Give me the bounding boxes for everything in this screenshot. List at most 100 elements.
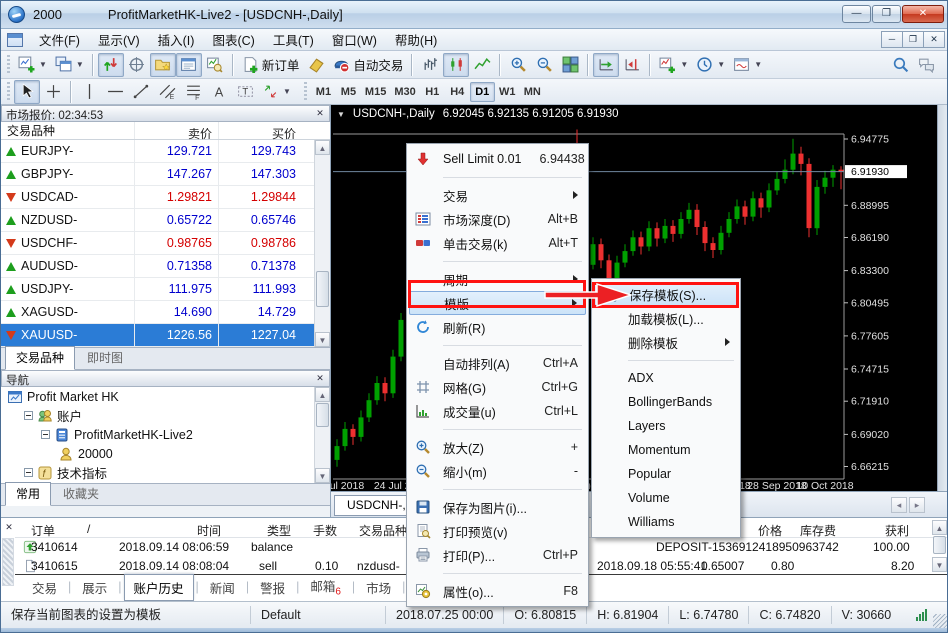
timeframe-MN-button[interactable]: MN — [520, 82, 545, 102]
terminal-tab-展示[interactable]: 展示 — [73, 575, 116, 600]
search-button[interactable] — [887, 53, 913, 77]
zoom-in-button[interactable] — [505, 53, 531, 77]
market-watch-row-usdchf[interactable]: USDCHF-0.987650.98786 — [1, 232, 330, 255]
child-close-button[interactable]: ✕ — [923, 31, 945, 48]
new-chart-button[interactable]: ▼ — [14, 53, 51, 77]
navigator-scrollbar[interactable]: ▲▼ — [314, 387, 330, 483]
nav-item-0[interactable]: Profit Market HK — [1, 387, 330, 406]
market-watch-row-eurjpy[interactable]: EURJPY-129.721129.743 — [1, 140, 330, 163]
menu-4[interactable]: 工具(T) — [264, 27, 323, 52]
menu-3[interactable]: 图表(C) — [203, 27, 263, 52]
window-minimize-button[interactable]: — — [842, 5, 871, 23]
terminal-tab-邮箱[interactable]: 邮箱6 — [301, 573, 350, 601]
timeframe-H1-button[interactable]: H1 — [420, 82, 445, 102]
chart-shift-button[interactable] — [619, 53, 645, 77]
terminal-tab-警报[interactable]: 警报 — [251, 575, 294, 600]
nav-item-1[interactable]: 账户 — [1, 406, 330, 425]
navigator-tab-收藏夹[interactable]: 收藏夹 — [53, 483, 109, 505]
scroll-down-icon[interactable]: ▼ — [315, 332, 330, 347]
tree-collapse-icon[interactable] — [41, 430, 50, 439]
templates-button[interactable]: ▼ — [729, 53, 766, 77]
context-menu-item-12[interactable]: 成交量(u)Ctrl+L — [409, 399, 586, 423]
candles-chart-button[interactable] — [443, 53, 469, 77]
tree-collapse-icon[interactable] — [24, 411, 33, 420]
data-window-button[interactable] — [124, 53, 150, 77]
auto-trading-button[interactable]: 自动交易 — [329, 53, 407, 77]
cursor-button[interactable] — [14, 80, 40, 104]
menu-2[interactable]: 插入(I) — [149, 27, 204, 52]
text-button[interactable]: A — [206, 80, 232, 104]
chart-dropdown-icon[interactable]: ▼ — [337, 110, 345, 119]
chart-right-scrollstrip[interactable] — [937, 105, 948, 517]
terminal-close-icon[interactable]: ✕ — [3, 521, 15, 533]
market-watch-button[interactable] — [98, 53, 124, 77]
bars-chart-button[interactable] — [417, 53, 443, 77]
trendline-button[interactable] — [128, 80, 154, 104]
context-menu-item-0[interactable]: Sell Limit 0.016.94438 — [409, 147, 586, 171]
chat-button[interactable] — [913, 53, 939, 77]
terminal-col-5[interactable]: 交易品种 — [359, 522, 407, 539]
menu-6[interactable]: 帮助(H) — [386, 27, 446, 52]
vline-button[interactable] — [76, 80, 102, 104]
indicators-button[interactable]: ▼ — [655, 53, 692, 77]
channel-button[interactable]: E — [154, 80, 180, 104]
terminal-col-2[interactable]: 时间 — [197, 522, 221, 539]
chart-tab-scroll-right-icon[interactable]: ▸ — [909, 497, 925, 513]
terminal-drag-grip[interactable] — [2, 538, 14, 586]
fibonacci-button[interactable]: F — [180, 80, 206, 104]
terminal-col-3[interactable]: 类型 — [267, 522, 291, 539]
terminal-tab-市场[interactable]: 市场 — [357, 575, 400, 600]
scroll-down-icon[interactable]: ▼ — [315, 468, 330, 483]
template-submenu-item-1[interactable]: 加载模板(L)... — [594, 306, 738, 330]
context-menu-item-18[interactable]: 打印预览(v) — [409, 519, 586, 543]
terminal-scrollbar[interactable]: ▲▼ — [932, 520, 947, 572]
timeframe-D1-button[interactable]: D1 — [470, 82, 495, 102]
metaeditor-button[interactable] — [303, 53, 329, 77]
resize-grip[interactable] — [933, 614, 947, 628]
nav-item-4[interactable]: f技术指标 — [1, 463, 330, 482]
context-menu-item-8[interactable]: 刷新(R) — [409, 315, 586, 339]
context-menu-item-19[interactable]: 打印(P)...Ctrl+P — [409, 543, 586, 567]
context-menu-item-15[interactable]: 缩小(m)- — [409, 459, 586, 483]
child-minimize-button[interactable]: ─ — [881, 31, 903, 48]
scroll-down-icon[interactable]: ▼ — [932, 557, 947, 572]
crosshair-button[interactable] — [40, 80, 66, 104]
context-menu-item-10[interactable]: 自动排列(A)Ctrl+A — [409, 351, 586, 375]
scroll-up-icon[interactable]: ▲ — [315, 387, 330, 402]
timeframe-M30-button[interactable]: M30 — [390, 82, 419, 102]
context-menu-item-17[interactable]: 保存为图片(i)... — [409, 495, 586, 519]
toolbar-grip[interactable] — [6, 55, 11, 75]
status-profile[interactable]: Default — [251, 606, 386, 624]
menu-1[interactable]: 显示(V) — [89, 27, 149, 52]
template-submenu-item-9[interactable]: Volume — [594, 486, 738, 510]
arrows-button[interactable]: ▼ — [258, 80, 295, 104]
template-submenu-item-7[interactable]: Momentum — [594, 438, 738, 462]
menu-0[interactable]: 文件(F) — [30, 27, 89, 52]
context-menu-item-2[interactable]: 交易 — [409, 183, 586, 207]
template-submenu-item-6[interactable]: Layers — [594, 414, 738, 438]
market-watch-tab-交易品种[interactable]: 交易品种 — [5, 346, 75, 370]
context-menu-item-4[interactable]: 单击交易(k)Alt+T — [409, 231, 586, 255]
market-watch-scrollbar[interactable]: ▲▼ — [314, 140, 330, 347]
scroll-up-icon[interactable]: ▲ — [315, 140, 330, 155]
profiles-button[interactable]: ▼ — [51, 53, 88, 77]
window-close-button[interactable]: ✕ — [902, 5, 944, 23]
hline-button[interactable] — [102, 80, 128, 104]
navigator-close-icon[interactable]: ✕ — [314, 373, 326, 385]
market-watch-row-xauusd[interactable]: XAUUSD-1226.561227.04 — [1, 324, 330, 347]
toolbar-grip[interactable] — [6, 82, 11, 102]
navigator-button[interactable] — [150, 53, 176, 77]
terminal-tab-交易[interactable]: 交易 — [23, 575, 66, 600]
template-submenu-item-8[interactable]: Popular — [594, 462, 738, 486]
terminal-tab-新闻[interactable]: 新闻 — [201, 575, 244, 600]
timeframe-M5-button[interactable]: M5 — [336, 82, 361, 102]
strategy-tester-button[interactable] — [202, 53, 228, 77]
tree-collapse-icon[interactable] — [24, 468, 33, 477]
market-watch-row-audusd[interactable]: AUDUSD-0.713580.71378 — [1, 255, 330, 278]
market-watch-tab-即时图[interactable]: 即时图 — [77, 347, 133, 369]
market-watch-row-usdjpy[interactable]: USDJPY-111.975111.993 — [1, 278, 330, 301]
label-button[interactable]: T — [232, 80, 258, 104]
context-menu-item-14[interactable]: 放大(Z)+ — [409, 435, 586, 459]
template-submenu-item-2[interactable]: 删除模板 — [594, 330, 738, 354]
terminal-button[interactable] — [176, 53, 202, 77]
